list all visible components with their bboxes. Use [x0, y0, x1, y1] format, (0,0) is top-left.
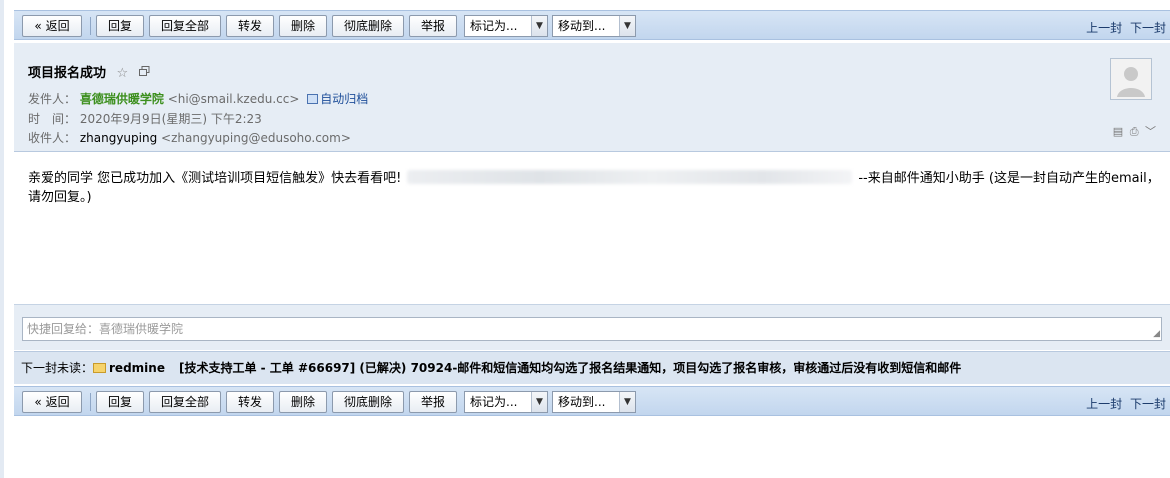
recipient-label: 收件人： — [28, 131, 77, 145]
next-unread-bar: 下一封未读： redmine [技术支持工单 - 工单 #66697] (已解决) … — [14, 351, 1170, 384]
recipient-address: <zhangyuping@edusoho.com> — [161, 131, 351, 145]
toolbar-separator — [90, 17, 91, 35]
next-mail-link[interactable]: 下一封 — [1130, 397, 1166, 411]
sender-name[interactable]: 喜德瑞供暖学院 — [80, 92, 164, 106]
sender-address: <hi@smail.kzedu.cc> — [167, 92, 300, 106]
report-button[interactable]: 举报 — [409, 391, 457, 413]
delete-permanent-button[interactable]: 彻底删除 — [332, 391, 404, 413]
chevron-down-icon: ▼ — [619, 392, 635, 412]
quick-reply-placeholder: 快捷回复给：喜德瑞供暖学院 — [27, 322, 184, 336]
quick-reply-input[interactable]: 快捷回复给：喜德瑞供暖学院 ◢ — [22, 317, 1162, 341]
reply-button[interactable]: 回复 — [96, 391, 144, 413]
reply-all-button[interactable]: 回复全部 — [149, 15, 221, 37]
delete-button[interactable]: 删除 — [279, 15, 327, 37]
sender-row: 发件人： 喜德瑞供暖学院 <hi@smail.kzedu.cc> 自动归档 — [28, 90, 368, 107]
print-icon[interactable]: ⎙ — [1130, 125, 1139, 138]
mail-header: 项目报名成功 ☆ 发件人： 喜德瑞供暖学院 <hi@smail.kzedu.cc… — [14, 43, 1170, 152]
time-row: 时 间： 2020年9月9日(星期三) 下午2:23 — [28, 110, 262, 127]
recipient-row: 收件人： zhangyuping <zhangyuping@edusoho.co… — [28, 129, 351, 146]
move-to-label: 移动到... — [558, 395, 606, 409]
reply-button[interactable]: 回复 — [96, 15, 144, 37]
mail-navigation: 上一封 下一封 — [1082, 19, 1166, 36]
note-icon[interactable]: ▤ — [1113, 125, 1123, 138]
bottom-toolbar: « 返回 回复 回复全部 转发 删除 彻底删除 举报 标记为... ▼ 移动到.… — [14, 386, 1170, 416]
avatar-icon — [1110, 58, 1152, 100]
chevron-down-icon: ▼ — [531, 16, 547, 36]
envelope-icon — [93, 363, 107, 373]
next-unread-subject[interactable]: [技术支持工单 - 工单 #66697] (已解决) 70924-邮件和短信通知… — [179, 361, 961, 375]
prev-mail-link[interactable]: 上一封 — [1086, 397, 1122, 411]
mark-as-dropdown[interactable]: 标记为... ▼ — [464, 15, 548, 37]
auto-archive-link[interactable]: 自动归档 — [307, 92, 368, 106]
mail-navigation: 上一封 下一封 — [1082, 395, 1166, 412]
header-tools: ▤ ⎙ ﹀ — [1110, 123, 1156, 139]
top-toolbar: « 返回 回复 回复全部 转发 删除 彻底删除 举报 标记为... ▼ 移动到.… — [14, 10, 1170, 40]
mark-as-label: 标记为... — [470, 19, 518, 33]
body-text-start: 亲爱的同学 您已成功加入《测试培训项目短信触发》快去看看吧! — [28, 171, 402, 186]
time-label: 时 间： — [28, 112, 77, 126]
sender-label: 发件人： — [28, 92, 77, 106]
chevron-down-icon: ▼ — [619, 16, 635, 36]
back-button[interactable]: « 返回 — [22, 15, 82, 37]
back-button[interactable]: « 返回 — [22, 391, 82, 413]
delete-permanent-button[interactable]: 彻底删除 — [332, 15, 404, 37]
toolbar-separator — [90, 393, 91, 411]
mark-as-dropdown[interactable]: 标记为... ▼ — [464, 391, 548, 413]
mail-body: 亲爱的同学 您已成功加入《测试培训项目短信触发》快去看看吧! --来自邮件通知小助… — [14, 152, 1170, 304]
mark-as-label: 标记为... — [470, 395, 518, 409]
move-to-dropdown[interactable]: 移动到... ▼ — [552, 391, 636, 413]
forward-button[interactable]: 转发 — [226, 15, 274, 37]
mail-subject-row: 项目报名成功 ☆ — [28, 62, 150, 81]
popout-icon[interactable] — [138, 66, 150, 80]
mail-body-text: 亲爱的同学 您已成功加入《测试培训项目短信触发》快去看看吧! --来自邮件通知小助… — [28, 169, 1162, 207]
forward-button[interactable]: 转发 — [226, 391, 274, 413]
left-edge — [0, 0, 4, 478]
recipient-name[interactable]: zhangyuping — [80, 131, 157, 145]
move-to-label: 移动到... — [558, 19, 606, 33]
reply-all-button[interactable]: 回复全部 — [149, 391, 221, 413]
archive-icon — [307, 94, 319, 104]
next-mail-link[interactable]: 下一封 — [1130, 21, 1166, 35]
report-button[interactable]: 举报 — [409, 15, 457, 37]
time-value: 2020年9月9日(星期三) 下午2:23 — [79, 112, 262, 126]
star-icon[interactable]: ☆ — [117, 66, 129, 81]
move-to-dropdown[interactable]: 移动到... ▼ — [552, 15, 636, 37]
next-unread-sender[interactable]: redmine — [109, 361, 165, 375]
redacted-link — [407, 170, 853, 184]
mail-subject: 项目报名成功 — [28, 66, 107, 81]
chevron-down-icon[interactable]: ﹀ — [1145, 125, 1156, 138]
delete-button[interactable]: 删除 — [279, 391, 327, 413]
prev-mail-link[interactable]: 上一封 — [1086, 21, 1122, 35]
chevron-down-icon: ▼ — [531, 392, 547, 412]
auto-archive-label: 自动归档 — [320, 92, 369, 106]
next-unread-label: 下一封未读： — [21, 361, 94, 375]
quick-reply-bar: 快捷回复给：喜德瑞供暖学院 ◢ — [14, 304, 1170, 350]
resize-grip-icon[interactable]: ◢ — [1153, 330, 1160, 339]
